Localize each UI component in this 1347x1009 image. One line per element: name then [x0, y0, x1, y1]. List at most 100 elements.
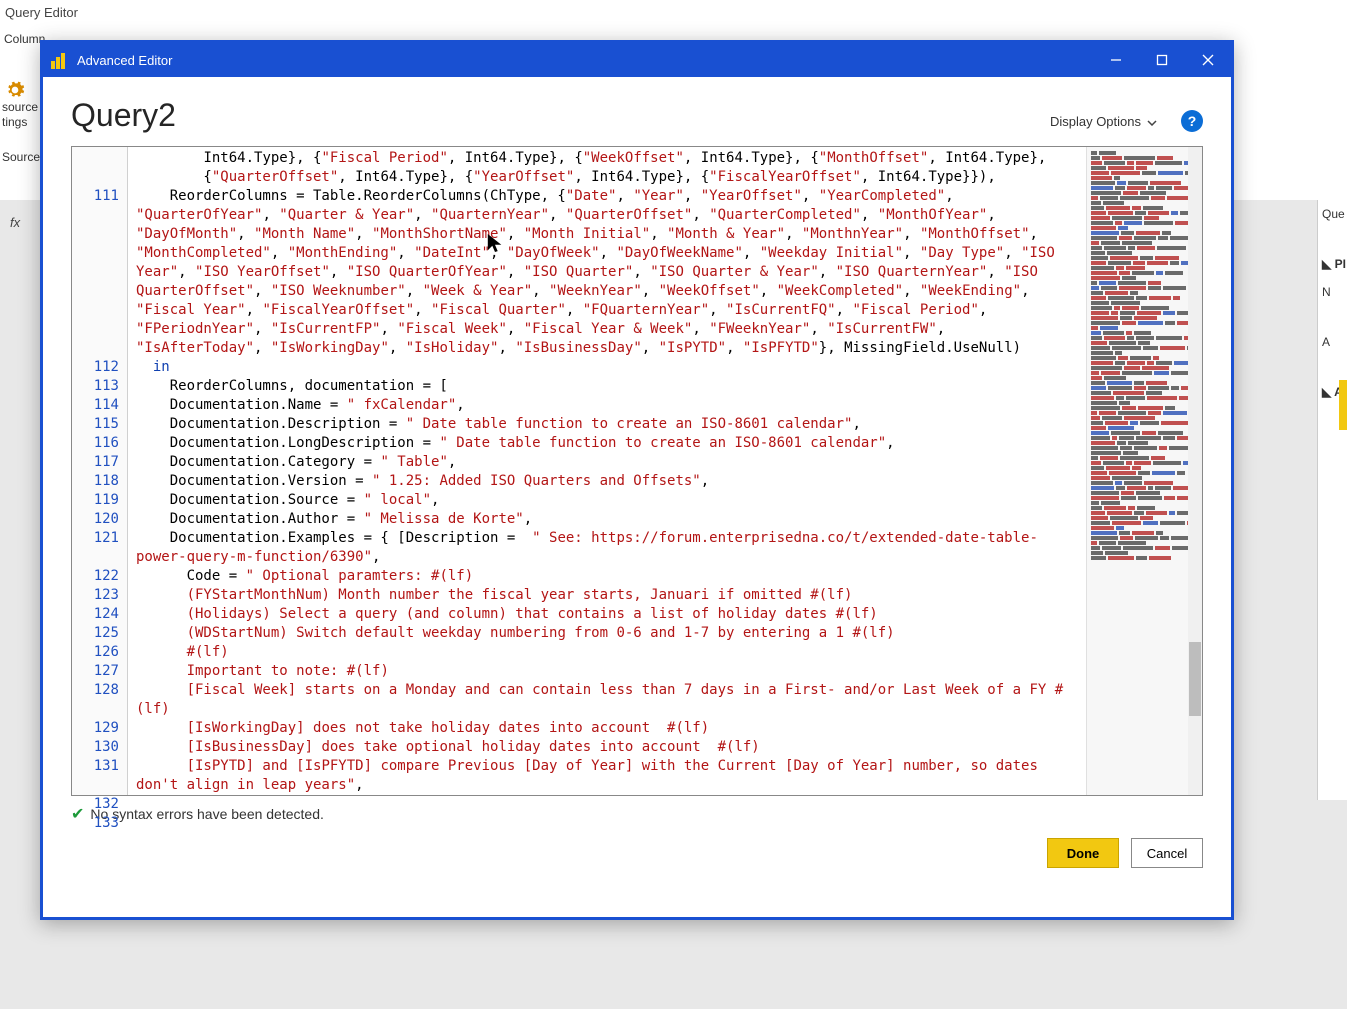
code-line[interactable]: in [136, 358, 1078, 377]
code-area[interactable]: Int64.Type}, {"Fiscal Period", Int64.Typ… [128, 147, 1086, 795]
gear-icon [5, 80, 25, 100]
right-panel: Que ◣ PI N A ◣ A [1317, 200, 1347, 800]
code-editor[interactable]: 111 112113114115116117118119120121 12212… [71, 146, 1203, 796]
minimize-button[interactable] [1093, 43, 1139, 77]
code-line[interactable]: Documentation.Description = " Date table… [136, 415, 1078, 434]
minimap-line [1091, 441, 1198, 445]
minimap-line [1091, 436, 1198, 440]
minimap-line [1091, 491, 1198, 495]
maximize-button[interactable] [1139, 43, 1185, 77]
minimap-line [1091, 506, 1198, 510]
code-line[interactable]: [IsBusinessDay] does take optional holid… [136, 738, 1078, 757]
minimap-line [1091, 321, 1198, 325]
minimap-line [1091, 531, 1198, 535]
minimap-line [1091, 371, 1198, 375]
minimap-line [1091, 241, 1198, 245]
bg-item-source: source [2, 100, 38, 114]
advanced-editor-modal: Advanced Editor Query2 Display Options ?… [40, 40, 1234, 920]
code-line[interactable]: Documentation.Name = " fxCalendar", [136, 396, 1078, 415]
code-line[interactable]: ReorderColumns = Table.ReorderColumns(Ch… [136, 187, 1078, 358]
minimap-line [1091, 221, 1198, 225]
code-line[interactable]: Documentation.Source = " local", [136, 491, 1078, 510]
window-title: Advanced Editor [77, 53, 172, 68]
minimap-line [1091, 276, 1198, 280]
minimap-line [1091, 271, 1198, 275]
minimap-line [1091, 286, 1198, 290]
minimap-line [1091, 376, 1198, 380]
minimap-line [1091, 401, 1198, 405]
rp-pi: ◣ PI [1318, 254, 1347, 274]
minimap-line [1091, 346, 1198, 350]
minimap-line [1091, 326, 1198, 330]
minimap-line [1091, 196, 1198, 200]
minimap-line [1091, 516, 1198, 520]
code-line[interactable]: [IsWorkingDay] does not take holiday dat… [136, 719, 1078, 738]
help-button[interactable]: ? [1181, 110, 1203, 132]
scrollbar-thumb[interactable] [1189, 642, 1201, 716]
minimap-line [1091, 501, 1198, 505]
minimap-line [1091, 551, 1198, 555]
minimap-line [1091, 361, 1198, 365]
minimap-line [1091, 456, 1198, 460]
minimap-line [1091, 161, 1198, 165]
yellow-accent [1339, 380, 1347, 430]
minimap-line [1091, 176, 1198, 180]
code-line[interactable]: Documentation.Examples = { [Description … [136, 529, 1078, 567]
code-line[interactable]: Code = " Optional paramters: #(lf) [136, 567, 1078, 586]
chevron-down-icon [1147, 114, 1157, 129]
cursor-icon [486, 232, 504, 254]
minimap-line [1091, 166, 1198, 170]
minimap-line [1091, 396, 1198, 400]
minimap-line [1091, 386, 1198, 390]
code-line[interactable]: (Holidays) Select a query (and column) t… [136, 605, 1078, 624]
minimap[interactable] [1086, 147, 1202, 795]
minimap-line [1091, 191, 1198, 195]
minimap-line [1091, 526, 1198, 530]
code-line[interactable]: ReorderColumns, documentation = [ [136, 377, 1078, 396]
minimap-line [1091, 416, 1198, 420]
line-number-gutter: 111 112113114115116117118119120121 12212… [72, 147, 128, 795]
code-line[interactable]: {"QuarterOffset", Int64.Type}, {"YearOff… [136, 168, 1078, 187]
minimap-line [1091, 181, 1198, 185]
code-line[interactable]: [IsPYTD] and [IsPFYTD] compare Previous … [136, 757, 1078, 795]
minimap-line [1091, 451, 1198, 455]
code-line[interactable]: Int64.Type}, {"Fiscal Period", Int64.Typ… [136, 149, 1078, 168]
minimap-line [1091, 381, 1198, 385]
minimap-line [1091, 411, 1198, 415]
minimap-line [1091, 486, 1198, 490]
code-line[interactable]: (WDStartNum) Switch default weekday numb… [136, 624, 1078, 643]
syntax-status: ✔ No syntax errors have been detected. [71, 796, 1203, 838]
minimap-line [1091, 541, 1198, 545]
check-icon: ✔ [71, 804, 84, 824]
code-line[interactable]: #(lf) [136, 643, 1078, 662]
vertical-scrollbar[interactable] [1188, 147, 1202, 795]
code-line[interactable]: Documentation.Author = " Melissa de Kort… [136, 510, 1078, 529]
close-button[interactable] [1185, 43, 1231, 77]
code-line[interactable]: (FYStartMonthNum) Month number the fisca… [136, 586, 1078, 605]
minimap-line [1091, 431, 1198, 435]
code-line[interactable]: [Fiscal Week] starts on a Monday and can… [136, 681, 1078, 719]
code-line[interactable]: Documentation.LongDescription = " Date t… [136, 434, 1078, 453]
minimap-line [1091, 336, 1198, 340]
code-line[interactable]: Documentation.Category = " Table", [136, 453, 1078, 472]
display-options-dropdown[interactable]: Display Options [1044, 110, 1163, 133]
code-line[interactable]: Important to note: #(lf) [136, 662, 1078, 681]
done-button[interactable]: Done [1047, 838, 1119, 868]
minimap-line [1091, 216, 1198, 220]
titlebar[interactable]: Advanced Editor [43, 43, 1231, 77]
minimap-line [1091, 331, 1198, 335]
minimap-line [1091, 471, 1198, 475]
minimap-line [1091, 466, 1198, 470]
minimap-line [1091, 256, 1198, 260]
minimap-line [1091, 426, 1198, 430]
status-text: No syntax errors have been detected. [90, 806, 323, 822]
minimap-line [1091, 201, 1198, 205]
minimap-line [1091, 481, 1198, 485]
minimap-line [1091, 231, 1198, 235]
minimap-line [1091, 236, 1198, 240]
cancel-button[interactable]: Cancel [1131, 838, 1203, 868]
minimap-line [1091, 521, 1198, 525]
code-line[interactable]: Documentation.Version = " 1.25: Added IS… [136, 472, 1078, 491]
display-options-label: Display Options [1050, 114, 1141, 129]
minimap-line [1091, 291, 1198, 295]
